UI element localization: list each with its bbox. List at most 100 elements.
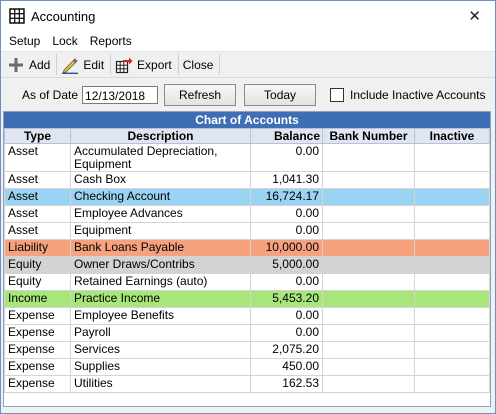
cell-balance: 0.00 (250, 222, 323, 240)
cell-description: Cash Box (70, 171, 251, 189)
column-header-bank-number[interactable]: Bank Number (322, 128, 415, 144)
accounts-grid: Chart of Accounts Type Description Balan… (3, 111, 491, 407)
cell-bank-number (322, 358, 415, 376)
cell-description: Equipment (70, 222, 251, 240)
close-label: Close (182, 57, 214, 72)
cell-description: Retained Earnings (auto) (70, 273, 251, 291)
title-bar: Accounting ✕ (1, 1, 495, 31)
cell-type: Expense (4, 324, 71, 342)
table-row[interactable]: Asset Accumulated Depreciation, Equipment… (4, 143, 490, 172)
cell-inactive (414, 341, 490, 359)
edit-label: Edit (83, 57, 105, 72)
cell-inactive (414, 188, 490, 206)
cell-balance: 1,041.30 (250, 171, 323, 189)
cell-description: Practice Income (70, 290, 251, 308)
cell-description: Bank Loans Payable (70, 239, 251, 257)
close-window-icon[interactable]: ✕ (468, 7, 481, 25)
cell-type: Asset (4, 143, 71, 172)
cell-balance: 16,724.17 (250, 188, 323, 206)
table-header: Type Description Balance Bank Number Ina… (4, 128, 490, 144)
accounting-window: Accounting ✕ Setup Lock Reports Add Edit (0, 0, 496, 414)
table-row[interactable]: Equity Retained Earnings (auto) 0.00 (4, 273, 490, 291)
table-row[interactable]: Equity Owner Draws/Contribs 5,000.00 (4, 256, 490, 274)
include-inactive-checkbox[interactable] (330, 87, 345, 102)
as-of-date-label: As of Date (22, 87, 79, 102)
cell-inactive (414, 256, 490, 274)
today-button[interactable]: Today (244, 83, 317, 106)
table-row[interactable]: Expense Utilities 162.53 (4, 375, 490, 393)
cell-bank-number (322, 341, 415, 359)
cell-bank-number (322, 307, 415, 325)
cell-description: Employee Advances (70, 205, 251, 223)
table-row[interactable]: Asset Checking Account 16,724.17 (4, 188, 490, 206)
column-header-balance[interactable]: Balance (250, 128, 323, 144)
grid-title: Chart of Accounts (4, 112, 490, 128)
cell-bank-number (322, 143, 415, 172)
table-row[interactable]: Income Practice Income 5,453.20 (4, 290, 490, 308)
cell-inactive (414, 324, 490, 342)
table-row[interactable]: Expense Employee Benefits 0.00 (4, 307, 490, 325)
add-button[interactable]: Add (3, 54, 58, 75)
cell-description: Checking Account (70, 188, 251, 206)
cell-bank-number (322, 273, 415, 291)
export-button[interactable]: Export (111, 54, 179, 75)
grid-icon (9, 8, 25, 24)
accounts-table: Type Description Balance Bank Number Ina… (4, 128, 490, 393)
pencil-icon (62, 57, 79, 74)
plus-icon (9, 57, 23, 72)
export-icon (115, 57, 133, 73)
cell-balance: 10,000.00 (250, 239, 323, 257)
add-label: Add (29, 57, 51, 72)
table-row[interactable]: Asset Cash Box 1,041.30 (4, 171, 490, 189)
column-header-inactive[interactable]: Inactive (414, 128, 490, 144)
cell-description: Accumulated Depreciation, Equipment (70, 143, 251, 172)
cell-inactive (414, 375, 490, 393)
cell-bank-number (322, 256, 415, 274)
cell-description: Owner Draws/Contribs (70, 256, 251, 274)
as-of-date-field[interactable]: 12/13/2018 (82, 85, 159, 104)
cell-type: Income (4, 290, 71, 308)
table-row[interactable]: Asset Employee Advances 0.00 (4, 205, 490, 223)
cell-description: Payroll (70, 324, 251, 342)
table-row[interactable]: Expense Payroll 0.00 (4, 324, 490, 342)
cell-balance: 0.00 (250, 307, 323, 325)
cell-balance: 0.00 (250, 273, 323, 291)
menu-bar: Setup Lock Reports (1, 31, 495, 51)
cell-balance: 2,075.20 (250, 341, 323, 359)
cell-inactive (414, 358, 490, 376)
cell-type: Expense (4, 358, 71, 376)
cell-bank-number (322, 375, 415, 393)
window-title: Accounting (31, 8, 96, 24)
cell-type: Liability (4, 239, 71, 257)
cell-bank-number (322, 239, 415, 257)
cell-inactive (414, 205, 490, 223)
close-button[interactable]: Close (179, 54, 221, 75)
cell-inactive (414, 222, 490, 240)
cell-balance: 0.00 (250, 143, 323, 172)
cell-type: Expense (4, 341, 71, 359)
table-row[interactable]: Expense Supplies 450.00 (4, 358, 490, 376)
menu-reports[interactable]: Reports (90, 34, 132, 48)
cell-type: Asset (4, 171, 71, 189)
table-row[interactable]: Liability Bank Loans Payable 10,000.00 (4, 239, 490, 257)
cell-bank-number (322, 188, 415, 206)
menu-setup[interactable]: Setup (9, 34, 40, 48)
table-row[interactable]: Asset Equipment 0.00 (4, 222, 490, 240)
cell-description: Services (70, 341, 251, 359)
cell-balance: 5,453.20 (250, 290, 323, 308)
cell-type: Expense (4, 375, 71, 393)
cell-balance: 0.00 (250, 205, 323, 223)
column-header-description[interactable]: Description (70, 128, 251, 144)
refresh-button[interactable]: Refresh (164, 83, 237, 106)
column-header-type[interactable]: Type (4, 128, 71, 144)
cell-type: Asset (4, 188, 71, 206)
cell-inactive (414, 273, 490, 291)
export-label: Export (137, 57, 172, 72)
edit-button[interactable]: Edit (57, 54, 112, 75)
menu-lock[interactable]: Lock (52, 34, 77, 48)
include-inactive-label: Include Inactive Accounts (350, 87, 486, 102)
cell-bank-number (322, 222, 415, 240)
table-row[interactable]: Expense Services 2,075.20 (4, 341, 490, 359)
cell-type: Expense (4, 307, 71, 325)
cell-type: Asset (4, 222, 71, 240)
